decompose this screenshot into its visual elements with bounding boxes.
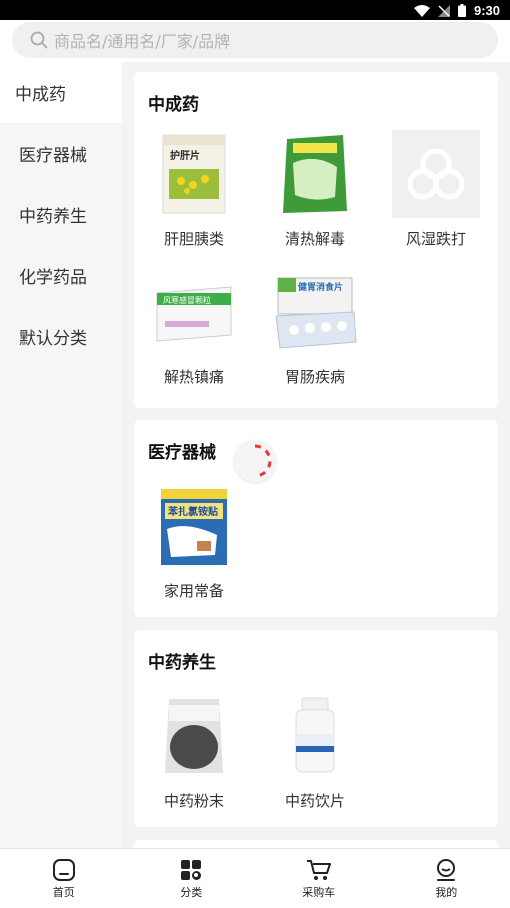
section-card: 中药养生 中药粉末 中药饮片 <box>134 630 498 827</box>
subcategory-item[interactable]: 中药饮片 <box>265 692 365 811</box>
section-card: 医疗器械 苯扎氯铵贴 家用常备 <box>134 420 498 617</box>
placeholder-logo-icon <box>407 148 465 200</box>
subcategory-item[interactable]: 风湿跌打 <box>386 130 486 249</box>
home-icon <box>52 858 75 881</box>
subcategory-label: 解热镇痛 <box>163 368 224 386</box>
sidebar-item-zhongyaoyangsheng[interactable]: 中药养生 <box>0 184 122 245</box>
product-box-text: 健胃消食片 <box>298 281 343 293</box>
sidebar-item-label: 医疗器械 <box>19 146 87 166</box>
spinner-icon <box>254 444 272 478</box>
product-box-text: 护肝片 <box>170 149 200 162</box>
product-image: 健胃消食片 <box>271 268 359 356</box>
nav-mine[interactable]: 我的 <box>383 849 510 908</box>
status-bar: 9:30 <box>0 0 510 20</box>
cart-icon <box>306 859 331 880</box>
user-icon <box>437 858 456 881</box>
search-placeholder: 商品名/通用名/厂家/品牌 <box>54 32 231 51</box>
sidebar-item-label: 中成药 <box>15 85 66 105</box>
nav-label: 采购车 <box>302 885 336 899</box>
subcategory-label: 肝胆胰类 <box>163 230 224 248</box>
subcategory-label: 胃肠疾病 <box>284 368 345 386</box>
subcategory-item[interactable]: 护肝片 肝胆胰类 <box>144 130 244 249</box>
nav-home[interactable]: 首页 <box>0 849 128 908</box>
status-time: 9:30 <box>473 3 500 18</box>
sidebar-item-label: 化学药品 <box>19 268 87 288</box>
battery-icon <box>457 4 466 17</box>
nav-category[interactable]: 分类 <box>128 849 256 908</box>
subcategory-label: 中药饮片 <box>284 792 345 810</box>
product-image <box>150 692 238 780</box>
search-bar: 商品名/通用名/厂家/品牌 <box>0 20 510 62</box>
sidebar-item-label: 中药养生 <box>19 207 87 227</box>
product-box-text: 风寒感冒颗粒 <box>163 295 211 305</box>
section-title: 医疗器械 <box>148 443 216 463</box>
subcategory-label: 风湿跌打 <box>405 230 466 248</box>
wifi-icon <box>413 4 430 17</box>
placeholder-image <box>392 130 480 218</box>
product-box-text: 苯扎氯铵贴 <box>167 505 218 518</box>
product-image <box>271 692 359 780</box>
no-signal-icon <box>437 4 450 17</box>
nav-label: 首页 <box>52 885 75 899</box>
product-image: 护肝片 <box>150 130 238 218</box>
nav-label: 分类 <box>180 885 203 899</box>
category-icon <box>181 859 202 880</box>
bottom-nav: 首页 分类 采购车 我的 <box>0 848 510 908</box>
sidebar-item-morenfenlei[interactable]: 默认分类 <box>0 306 122 367</box>
category-sidebar: 中成药 医疗器械 中药养生 化学药品 默认分类 <box>0 62 122 848</box>
subcategory-label: 家用常备 <box>163 582 224 600</box>
nav-cart[interactable]: 采购车 <box>255 849 383 908</box>
section-card <box>134 840 498 848</box>
product-image <box>271 130 359 218</box>
nav-label: 我的 <box>435 885 458 899</box>
subcategory-item[interactable]: 清热解毒 <box>265 130 365 249</box>
product-image: 风寒感冒颗粒 <box>150 268 238 356</box>
section-title: 中成药 <box>148 95 199 115</box>
search-input[interactable]: 商品名/通用名/厂家/品牌 <box>12 22 498 58</box>
subcategory-label: 清热解毒 <box>284 230 345 248</box>
section-card: 中成药 护肝片 肝胆胰类 清热解毒 风湿跌打 风寒感冒颗粒 解热镇痛 健胃消食片… <box>134 72 498 408</box>
sidebar-item-zhongchengyao[interactable]: 中成药 <box>0 62 122 123</box>
subcategory-item[interactable]: 中药粉末 <box>144 692 244 811</box>
sidebar-item-yiliaoqixie[interactable]: 医疗器械 <box>0 123 122 184</box>
loading-spinner <box>234 440 276 482</box>
product-image: 苯扎氯铵贴 <box>150 482 238 570</box>
sidebar-item-huaxueyaopin[interactable]: 化学药品 <box>0 245 122 306</box>
category-content: 中成药 护肝片 肝胆胰类 清热解毒 风湿跌打 风寒感冒颗粒 解热镇痛 健胃消食片… <box>122 62 510 848</box>
section-title: 中药养生 <box>148 653 216 673</box>
subcategory-item[interactable]: 健胃消食片 胃肠疾病 <box>265 268 365 387</box>
search-icon <box>30 31 48 49</box>
subcategory-label: 中药粉末 <box>163 792 224 810</box>
subcategory-item[interactable]: 风寒感冒颗粒 解热镇痛 <box>144 268 244 387</box>
subcategory-item[interactable]: 苯扎氯铵贴 家用常备 <box>144 482 244 601</box>
sidebar-item-label: 默认分类 <box>19 329 87 349</box>
